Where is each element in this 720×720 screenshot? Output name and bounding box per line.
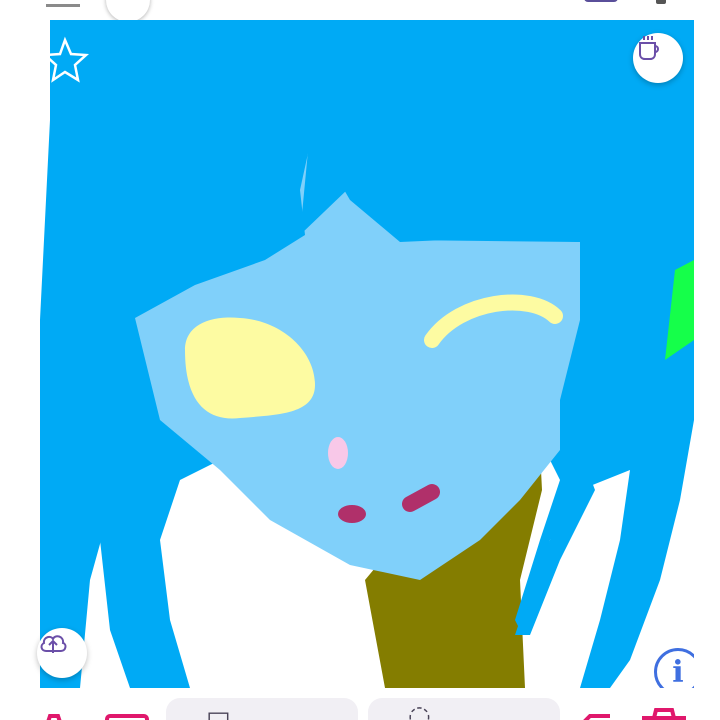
more-icon[interactable] [656, 0, 666, 4]
mouth-left [338, 505, 366, 523]
layers-pill[interactable]: ▭ [166, 698, 358, 720]
coffee-button[interactable] [633, 33, 683, 83]
nose-mark [328, 437, 348, 469]
upload-button[interactable] [37, 628, 87, 678]
info-icon: i [672, 654, 684, 689]
layers-icon: ▭ [206, 701, 231, 720]
mouth-right [402, 484, 440, 512]
menu-icon[interactable] [46, 0, 80, 7]
top-bar [0, 0, 720, 20]
upload-cloud-icon [40, 635, 67, 653]
settings-icon[interactable] [38, 704, 78, 720]
brush-icon: ◌ [408, 701, 431, 720]
bottom-toolbar: ▭ ◌ [0, 690, 720, 720]
avatar-icon[interactable] [106, 0, 150, 20]
brush-pill[interactable]: ◌ [368, 698, 560, 720]
undo-icon[interactable] [576, 704, 616, 720]
gallery-icon[interactable] [584, 0, 618, 2]
image-icon[interactable] [104, 704, 150, 720]
trash-icon[interactable] [638, 704, 690, 720]
drawing-canvas[interactable]: i [20, 20, 694, 688]
artwork [40, 20, 694, 688]
coffee-icon [639, 36, 659, 60]
